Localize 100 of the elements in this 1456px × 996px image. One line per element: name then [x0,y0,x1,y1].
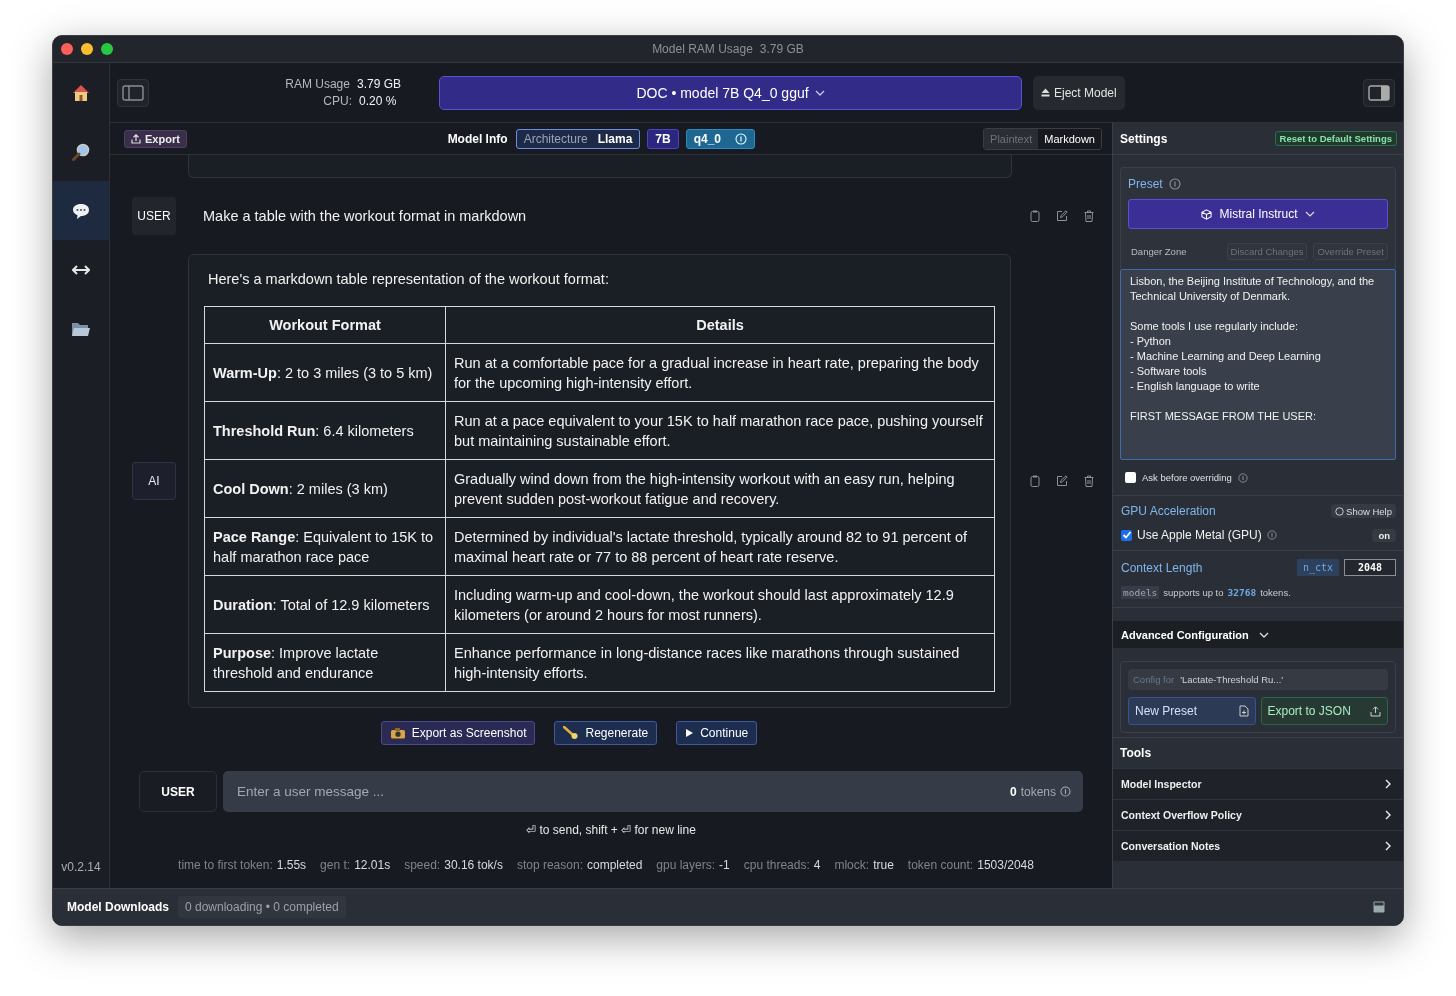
action-button[interactable]: Regenerate [554,721,658,745]
new-preset-button[interactable]: New Preset [1128,697,1256,725]
chevron-down-icon [814,89,825,96]
table-cell: Gradually wind down from the high-intensity workout with an easy run, helping prevent sudden post-workout fatigue and recovery. [445,459,995,518]
trash-icon[interactable] [1084,475,1094,487]
message-text: Make a table with the workout format in markdown [203,208,528,224]
cube-icon [1201,208,1213,220]
stat-label: gpu layers: [656,858,716,872]
use-apple-metal-label: Use Apple Metal (GPU) [1137,528,1262,542]
minimize-button[interactable] [81,43,93,55]
message-field[interactable]: Enter a user message ... 0 tokens [223,771,1083,812]
advanced-configuration-header[interactable]: Advanced Configuration [1113,621,1403,648]
sidebar-toggle-button[interactable] [117,78,149,107]
state-badge: on [1372,528,1396,542]
stat-label: stop reason: [516,858,583,872]
stat-label: speed: [404,858,441,872]
stat-value: 1503/2048 [977,858,1034,872]
table-cell: Threshold Run: 6.4 kilometers [204,401,446,460]
chevron-down-icon [1258,631,1269,638]
tokens-text: tokens. [1260,587,1291,598]
stat-value: true [873,858,894,872]
stat-label: gen t: [320,858,351,872]
tokens-label: tokens [1020,784,1056,799]
panel-icon[interactable] [1373,901,1385,913]
table-cell: Enhance performance in long-distance races like marathons through sustained high-intensity efforts. [445,633,995,692]
context-length-field[interactable]: 2048 [1344,559,1396,576]
action-button[interactable]: Export as Screenshot [380,721,536,745]
ask-before-overriding-label: Ask before overriding [1142,472,1232,483]
supports-text: supports up to [1163,587,1224,598]
role-badge: AI [132,462,176,500]
panel-toggle-button[interactable] [1363,78,1395,107]
quantization-value: q4_0 [693,131,722,146]
checkbox[interactable] [1121,529,1132,541]
config-name: 'Lactate-Threshold Ru...' [1180,674,1284,685]
search-icon [71,141,91,162]
message-input[interactable]: Enter a user message ... [235,783,1006,800]
close-button[interactable] [61,43,73,55]
config-for-label: Config for [1133,674,1175,685]
export-to-json-button[interactable]: Export to JSON [1260,697,1388,725]
chevron-right-icon [1385,810,1391,820]
nav-item[interactable] [53,181,109,240]
help-icon [1335,506,1345,516]
preset-label: Preset [1128,177,1163,191]
play-icon [685,728,695,738]
cpu-label: CPU: [323,94,352,108]
info-icon [1237,472,1248,483]
clipboard-icon[interactable] [1030,475,1040,487]
info-icon [1266,530,1277,540]
role-badge: USER [132,197,176,235]
reset-button[interactable]: Reset to Default Settings [1274,131,1397,146]
info-icon [1168,178,1181,190]
model-selector[interactable]: DOC • model 7B Q4_0 gguf [439,75,1022,110]
ram-usage-value: 3.79 GB [356,77,401,91]
info-icon [1060,786,1071,797]
tool-item[interactable]: Model Inspector [1113,768,1403,799]
table-cell: Determined by individual's lactate threshold, typically around 82 to 91 percent of maximal heart rate or 77 to 88 percent of heart rate reserve. [445,517,995,576]
system-prompt-field[interactable]: Lisbon, the Beijing Institute of Technology, and the Technical University of Denmark. Some tools I use regularly include: - Python - Machine Learning and Deep Learning - Software tools - English language to write FIRST MESSAGE FROM THE USER: [1120,269,1396,460]
preset-selector[interactable]: Mistral Instruct [1128,199,1388,229]
tool-item[interactable]: Context Overflow Policy [1113,799,1403,830]
action-button[interactable]: Continue [676,721,758,745]
edit-icon[interactable] [1056,475,1068,487]
comet-icon [563,726,580,740]
window-title: Model RAM Usage [652,42,753,56]
trash-icon[interactable] [1084,210,1094,222]
stat-value: 1.55s [276,858,307,872]
eject-model-button[interactable]: Eject Model [1033,75,1125,110]
ram-usage-label: RAM Usage [285,77,350,91]
table-cell: Run at a pace equivalent to your 15K to half marathon race pace, pushing yourself but maintaining sustainable effort. [445,401,995,460]
danger-zone-label: Danger Zone [1131,246,1187,257]
edit-icon[interactable] [1056,210,1068,222]
stat-label: mlock: [834,858,870,872]
token-count: 0 [1009,784,1017,799]
table-header: Details [445,306,995,344]
role-badge: USER [139,771,217,812]
table-cell: Run at a comfortable pace for a gradual increase in heart rate, preparing the body for the upcoming high-intensity effort. [445,343,995,402]
settings-title: Settings [1120,131,1168,146]
table-cell: Warm-Up: 2 to 3 miles (3 to 5 km) [204,343,446,402]
checkbox[interactable] [1125,472,1136,483]
clipboard-icon[interactable] [1030,210,1040,222]
stat-value: completed [586,858,643,872]
cpu-value: 0.20 % [359,94,398,108]
size-chip: 7B [647,128,679,149]
share-icon [131,133,141,144]
tool-item[interactable]: Conversation Notes [1113,830,1403,861]
chevron-right-icon [1385,779,1391,789]
left-right-arrow-icon [72,263,90,276]
camera-icon [389,727,406,739]
table-cell: Pace Range: Equivalent to 15K to half marathon race pace [204,517,446,576]
stat-value: 30.16 tok/s [444,858,503,872]
parameter-key: n_ctx [1296,559,1339,576]
stat-value: 4 [813,858,821,872]
export-button[interactable]: Export [124,129,187,148]
stat-label: time to first token: [178,858,273,872]
stat-label: cpu threads: [743,858,810,872]
zoom-button[interactable] [101,43,113,55]
show-help-button[interactable]: Show Help [1331,504,1396,518]
model-downloads-title: Model Downloads [67,900,169,914]
architecture-value: Llama [597,131,633,146]
table-header: Workout Format [204,306,446,344]
gpu-acceleration-title: GPU Acceleration [1121,504,1216,518]
